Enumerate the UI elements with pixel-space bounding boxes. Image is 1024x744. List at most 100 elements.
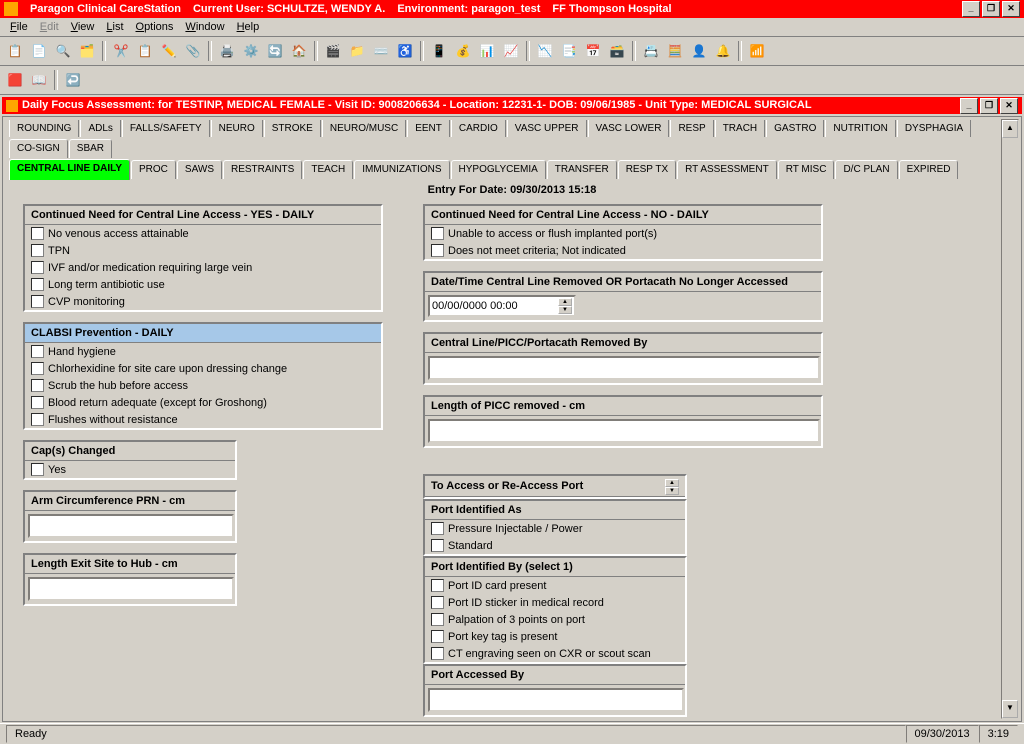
- combo-head[interactable]: To Access or Re-Access Port ▲▼: [425, 476, 685, 497]
- check-row[interactable]: TPN: [25, 242, 381, 259]
- menu-options[interactable]: Options: [130, 20, 180, 34]
- minimize-button[interactable]: _: [962, 1, 980, 17]
- toolbar-button[interactable]: 🖨️: [216, 40, 238, 62]
- check-row[interactable]: Chlorhexidine for site care upon dressin…: [25, 360, 381, 377]
- checkbox[interactable]: [31, 278, 44, 291]
- toolbar-button[interactable]: 🎬: [322, 40, 344, 62]
- check-row[interactable]: Blood return adequate (except for Grosho…: [25, 394, 381, 411]
- check-row[interactable]: Yes: [25, 461, 235, 478]
- port-accessed-by-input[interactable]: [428, 688, 684, 712]
- check-row[interactable]: No venous access attainable: [25, 225, 381, 242]
- tab-cardio[interactable]: CARDIO: [451, 120, 506, 137]
- toolbar-button[interactable]: 📶: [746, 40, 768, 62]
- toolbar-button[interactable]: 👤: [688, 40, 710, 62]
- toolbar-button[interactable]: 🏠: [288, 40, 310, 62]
- toolbar-button[interactable]: 📈: [500, 40, 522, 62]
- toolbar-button[interactable]: 📁: [346, 40, 368, 62]
- toolbar-btn-b[interactable]: 📖: [28, 69, 50, 91]
- tab-neuro[interactable]: NEURO: [211, 120, 263, 137]
- menu-help[interactable]: Help: [231, 20, 266, 34]
- toolbar-button[interactable]: 🔔: [712, 40, 734, 62]
- tab-proc[interactable]: PROC: [131, 160, 176, 179]
- vertical-scrollbar[interactable]: ▲ ▼: [1001, 119, 1019, 719]
- toolbar-button[interactable]: 💰: [452, 40, 474, 62]
- toolbar-button[interactable]: 📄: [28, 40, 50, 62]
- checkbox[interactable]: [431, 522, 444, 535]
- checkbox[interactable]: [431, 630, 444, 643]
- checkbox[interactable]: [31, 379, 44, 392]
- toolbar-button[interactable]: 📇: [640, 40, 662, 62]
- checkbox[interactable]: [31, 227, 44, 240]
- tab-central-line-daily[interactable]: CENTRAL LINE DAILY: [9, 159, 130, 180]
- toolbar-button[interactable]: 📋: [4, 40, 26, 62]
- check-row[interactable]: Hand hygiene: [25, 343, 381, 360]
- tab-immunizations[interactable]: IMMUNIZATIONS: [354, 160, 449, 179]
- tab-expired[interactable]: EXPIRED: [899, 160, 959, 179]
- tab-sbar[interactable]: SBAR: [69, 139, 112, 158]
- tab-vasc-upper[interactable]: VASC UPPER: [507, 120, 587, 137]
- check-row[interactable]: Standard: [425, 537, 685, 554]
- toolbar-btn-c[interactable]: ↩️: [62, 69, 84, 91]
- check-row[interactable]: IVF and/or medication requiring large ve…: [25, 259, 381, 276]
- toolbar-button[interactable]: ✏️: [158, 40, 180, 62]
- checkbox[interactable]: [31, 244, 44, 257]
- toolbar-button[interactable]: 🗂️: [76, 40, 98, 62]
- tab-gastro[interactable]: GASTRO: [766, 120, 824, 137]
- toolbar-button[interactable]: 📅: [582, 40, 604, 62]
- toolbar-button[interactable]: 📱: [428, 40, 450, 62]
- toolbar-button[interactable]: 📉: [534, 40, 556, 62]
- checkbox[interactable]: [31, 396, 44, 409]
- checkbox[interactable]: [31, 345, 44, 358]
- menu-list[interactable]: List: [100, 20, 129, 34]
- menu-view[interactable]: View: [65, 20, 101, 34]
- scroll-down-button[interactable]: ▼: [1002, 700, 1018, 718]
- tab-adls[interactable]: ADLs: [80, 120, 120, 137]
- tab-dysphagia[interactable]: DYSPHAGIA: [897, 120, 971, 137]
- checkbox[interactable]: [31, 413, 44, 426]
- check-row[interactable]: CVP monitoring: [25, 293, 381, 310]
- menu-file[interactable]: File: [4, 20, 34, 34]
- check-row[interactable]: Palpation of 3 points on port: [425, 611, 685, 628]
- toolbar-button[interactable]: 🔄: [264, 40, 286, 62]
- close-button[interactable]: ✕: [1002, 1, 1020, 17]
- check-row[interactable]: Scrub the hub before access: [25, 377, 381, 394]
- scroll-up-button[interactable]: ▲: [1002, 120, 1018, 138]
- checkbox[interactable]: [31, 362, 44, 375]
- arm-circumference-input[interactable]: [28, 514, 234, 538]
- checkbox[interactable]: [431, 596, 444, 609]
- checkbox[interactable]: [431, 244, 444, 257]
- toolbar-button[interactable]: 🔍: [52, 40, 74, 62]
- doc-minimize-button[interactable]: _: [960, 98, 978, 114]
- datetime-spinner[interactable]: ▲▼: [558, 298, 572, 314]
- tab-rt-assessment[interactable]: RT ASSESSMENT: [677, 160, 777, 179]
- tab-neuro-musc[interactable]: NEURO/MUSC: [322, 120, 406, 137]
- tab-nutrition[interactable]: NUTRITION: [825, 120, 895, 137]
- tab-hypoglycemia[interactable]: HYPOGLYCEMIA: [451, 160, 546, 179]
- doc-maximize-button[interactable]: ❐: [980, 98, 998, 114]
- check-row[interactable]: CT engraving seen on CXR or scout scan: [425, 645, 685, 662]
- exit-site-input[interactable]: [28, 577, 234, 601]
- menu-window[interactable]: Window: [179, 20, 230, 34]
- tab-eent[interactable]: EENT: [407, 120, 450, 137]
- tab-rounding[interactable]: ROUNDING: [9, 120, 79, 137]
- checkbox[interactable]: [431, 539, 444, 552]
- tab-rt-misc[interactable]: RT MISC: [778, 160, 835, 179]
- tab-teach[interactable]: TEACH: [303, 160, 353, 179]
- tab-falls-safety[interactable]: FALLS/SAFETY: [122, 120, 210, 137]
- toolbar-button[interactable]: 📋: [134, 40, 156, 62]
- tab-transfer[interactable]: TRANSFER: [547, 160, 617, 179]
- checkbox[interactable]: [31, 463, 44, 476]
- checkbox[interactable]: [431, 227, 444, 240]
- check-row[interactable]: Port ID sticker in medical record: [425, 594, 685, 611]
- toolbar-btn-a[interactable]: 🟥: [4, 69, 26, 91]
- tab-stroke[interactable]: STROKE: [264, 120, 321, 137]
- doc-close-button[interactable]: ✕: [1000, 98, 1018, 114]
- toolbar-button[interactable]: ⌨️: [370, 40, 392, 62]
- checkbox[interactable]: [31, 295, 44, 308]
- picc-length-input[interactable]: [428, 419, 820, 443]
- check-row[interactable]: Port ID card present: [425, 577, 685, 594]
- checkbox[interactable]: [431, 647, 444, 660]
- toolbar-button[interactable]: 📎: [182, 40, 204, 62]
- toolbar-button[interactable]: ⚙️: [240, 40, 262, 62]
- toolbar-button[interactable]: ✂️: [110, 40, 132, 62]
